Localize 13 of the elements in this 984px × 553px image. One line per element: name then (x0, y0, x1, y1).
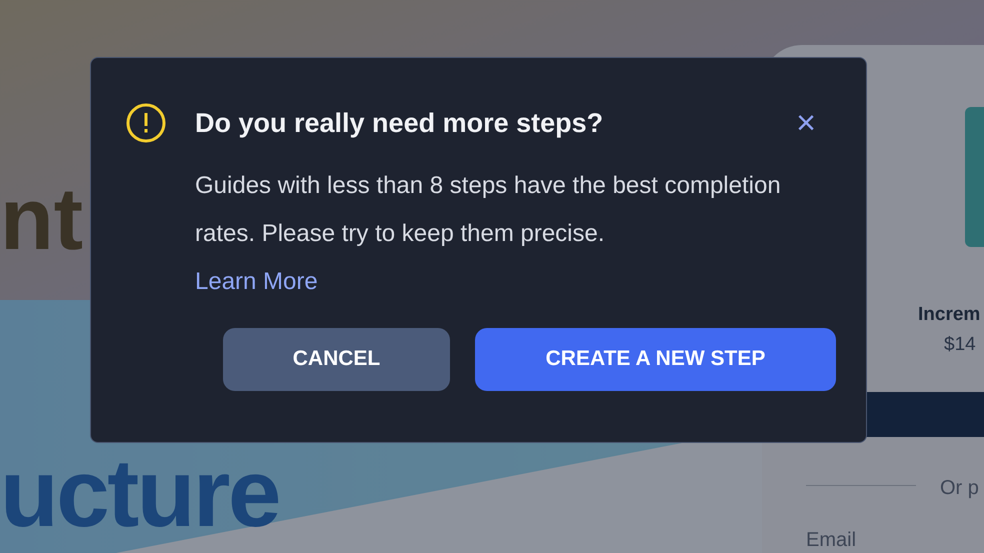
cancel-button[interactable]: CANCEL (223, 328, 450, 390)
dialog-message: Guides with less than 8 steps have the best completion rates. Please try to keep them precise. (195, 170, 782, 248)
create-step-button[interactable]: CREATE A NEW STEP (475, 328, 836, 390)
close-button[interactable]: × (796, 106, 816, 140)
headline-text: ucture (0, 446, 279, 542)
learn-more-link[interactable]: Learn More (195, 258, 318, 306)
divider-label: Or p (940, 476, 979, 501)
product-price: $14 (944, 333, 976, 357)
headline-text: nt (0, 175, 84, 263)
dialog-title: Do you really need more steps? (195, 107, 604, 140)
email-label: Email (806, 528, 856, 553)
warning-icon (126, 103, 166, 144)
product-title: Increm (918, 303, 980, 327)
